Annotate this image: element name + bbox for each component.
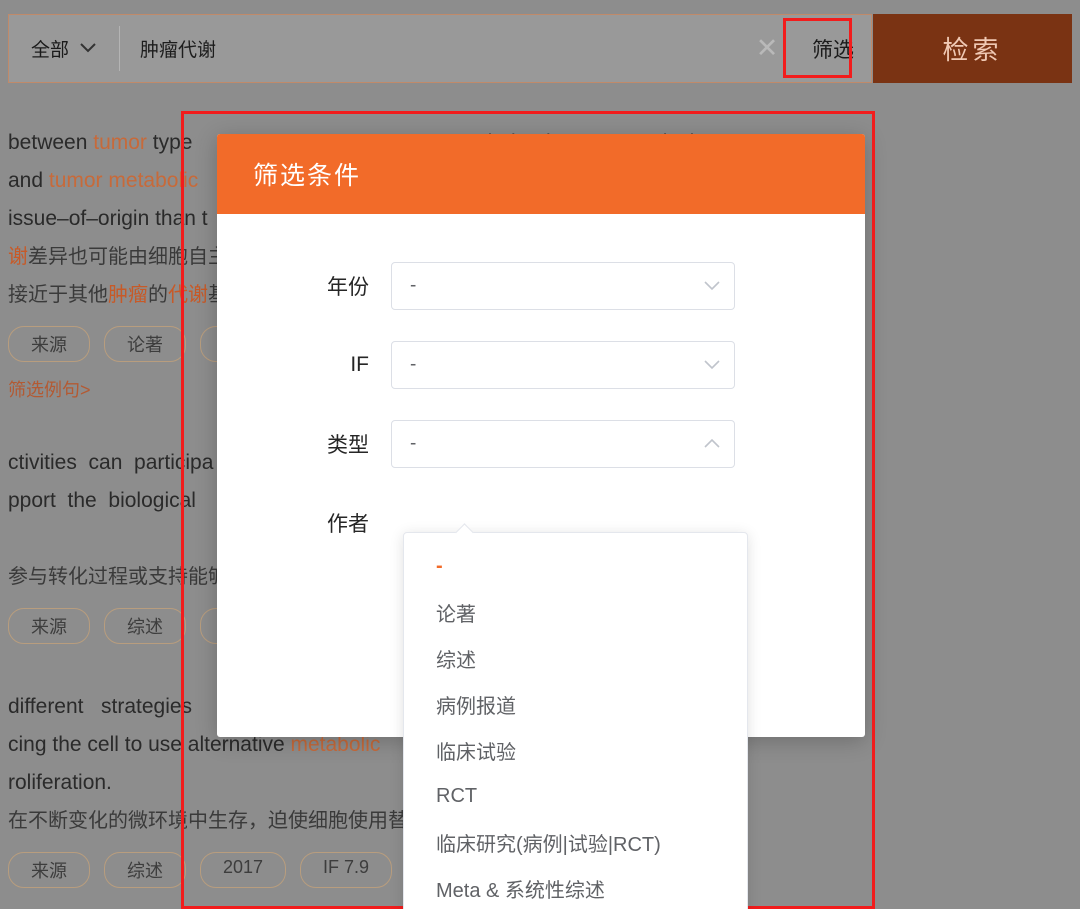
tag[interactable]: 来源 — [8, 852, 90, 888]
tag[interactable]: 综述 — [104, 852, 186, 888]
submit-search-button[interactable]: 检索 — [873, 14, 1072, 83]
chevron-down-icon — [704, 360, 720, 370]
search-input[interactable]: 肿瘤代谢 — [120, 15, 739, 82]
dropdown-option[interactable]: 临床研究(病例|试验|RCT) — [404, 819, 747, 865]
year-select[interactable]: - — [391, 262, 735, 310]
close-icon[interactable]: ✕ — [739, 15, 795, 82]
field-if-label: IF — [350, 353, 369, 376]
submit-search-label: 检索 — [942, 35, 1003, 65]
field-year: 年份 - — [217, 262, 865, 310]
tag[interactable]: 论著 — [104, 326, 186, 362]
year-select-value: - — [410, 275, 417, 296]
dropdown-option[interactable]: 病例报道 — [404, 681, 747, 727]
tag[interactable]: IF 7.9 — [300, 852, 393, 888]
search-scope-select[interactable]: 全部 — [9, 15, 119, 82]
chevron-down-icon — [79, 38, 97, 60]
search-query-value: 肿瘤代谢 — [140, 40, 217, 61]
type-select[interactable]: - — [391, 420, 735, 468]
dropdown-option[interactable]: RCT — [404, 773, 747, 819]
tag[interactable]: 综述 — [104, 608, 186, 644]
dropdown-option[interactable]: 临床试验 — [404, 727, 747, 773]
field-author-label: 作者 — [327, 513, 369, 536]
if-select[interactable]: - — [391, 341, 735, 389]
dropdown-option[interactable]: Meta & 系统性综述 — [404, 865, 747, 909]
filter-modal-body: 年份 - IF - 类型 - 作者 — [217, 214, 865, 547]
app-root: 全部 肿瘤代谢 ✕ 筛选 检索 between tumor types and … — [0, 0, 1080, 909]
tag[interactable]: 来源 — [8, 608, 90, 644]
filter-modal-title: 筛选条件 — [253, 162, 362, 190]
search-bar: 全部 肿瘤代谢 ✕ 筛选 检索 — [0, 0, 1080, 96]
field-type: 类型 - — [217, 420, 865, 468]
filter-button-label: 筛选 — [812, 38, 854, 62]
chevron-down-icon — [704, 281, 720, 291]
chevron-up-icon — [704, 439, 720, 449]
dropdown-option[interactable]: 论著 — [404, 589, 747, 635]
field-if: IF - — [217, 341, 865, 389]
filter-modal-header: 筛选条件 — [217, 134, 865, 214]
dropdown-option[interactable]: 综述 — [404, 635, 747, 681]
tag[interactable]: 2017 — [200, 852, 287, 888]
dropdown-option[interactable]: - — [404, 543, 747, 589]
type-select-value: - — [410, 433, 417, 454]
type-dropdown-menu: - 论著 综述 病例报道 临床试验 RCT 临床研究(病例|试验|RCT) Me… — [403, 532, 748, 909]
field-year-label: 年份 — [327, 276, 369, 299]
tag[interactable]: 来源 — [8, 326, 90, 362]
filter-button[interactable]: 筛选 — [795, 15, 871, 82]
search-input-group: 全部 肿瘤代谢 ✕ 筛选 — [8, 14, 872, 83]
if-select-value: - — [410, 354, 417, 375]
search-scope-label: 全部 — [30, 40, 69, 61]
field-type-label: 类型 — [327, 434, 369, 457]
